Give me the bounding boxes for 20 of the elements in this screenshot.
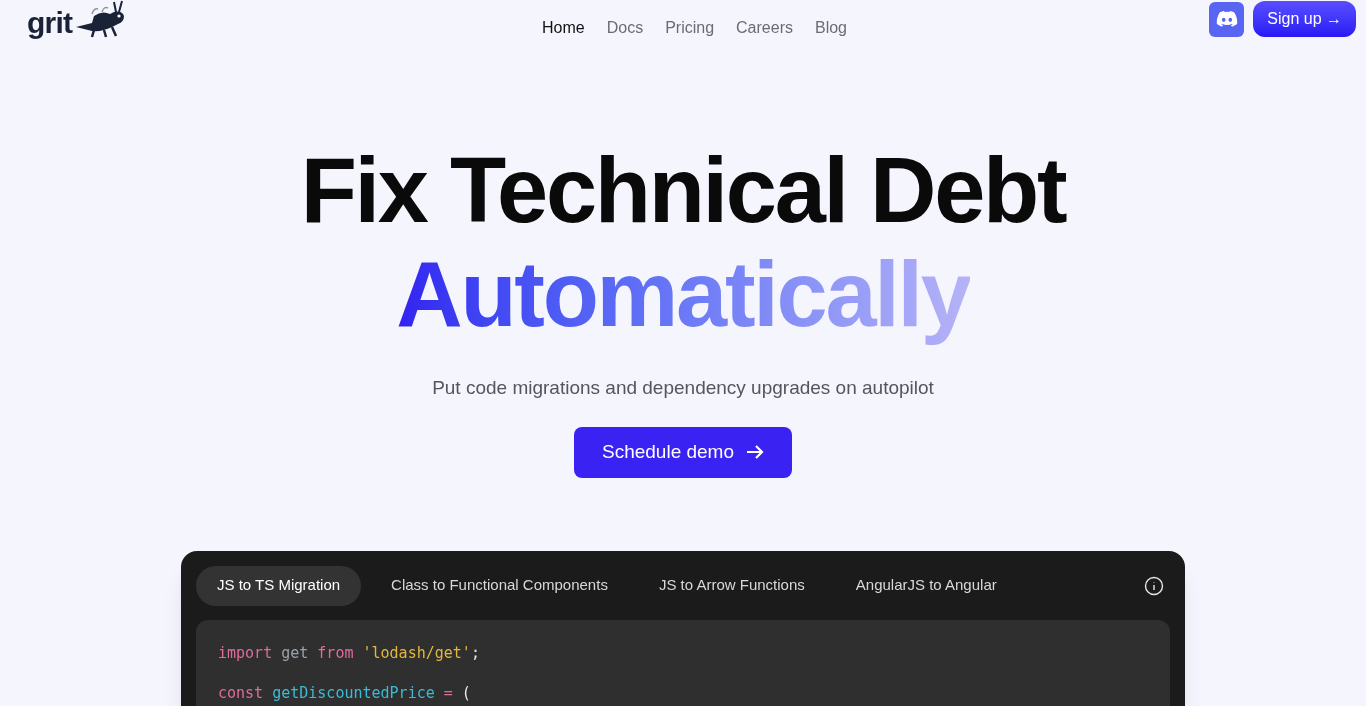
hero-subtitle: Put code migrations and dependency upgrades on autopilot <box>432 376 934 400</box>
sign-up-button[interactable]: Sign up → <box>1253 1 1356 37</box>
nav-link[interactable]: Careers <box>736 16 793 40</box>
info-icon[interactable] <box>1144 575 1164 596</box>
demo-tab[interactable]: Class to Functional Components <box>370 565 629 606</box>
discord-button[interactable] <box>1209 1 1245 37</box>
nav-link[interactable]: Pricing <box>665 16 715 40</box>
logo-text: grit <box>27 8 73 38</box>
nav-link[interactable]: Home <box>542 16 585 40</box>
arrow-right-icon <box>746 444 764 460</box>
nav-link[interactable]: Blog <box>814 16 847 40</box>
demo-tab[interactable]: AngularJS to Angular <box>834 565 1018 606</box>
nav-link[interactable]: Docs <box>606 16 644 40</box>
schedule-demo-button[interactable]: Schedule demo <box>574 426 792 478</box>
demo-tab[interactable]: JS to TS Migration <box>196 565 362 606</box>
code-line: const getDiscountedPrice = ( <box>218 682 472 704</box>
discord-icon <box>1215 11 1238 27</box>
hero-title: Fix Technical Debt <box>300 138 1066 242</box>
demo-tab[interactable]: JS to Arrow Functions <box>637 565 826 606</box>
code-line: import get from 'lodash/get'; <box>218 642 481 664</box>
